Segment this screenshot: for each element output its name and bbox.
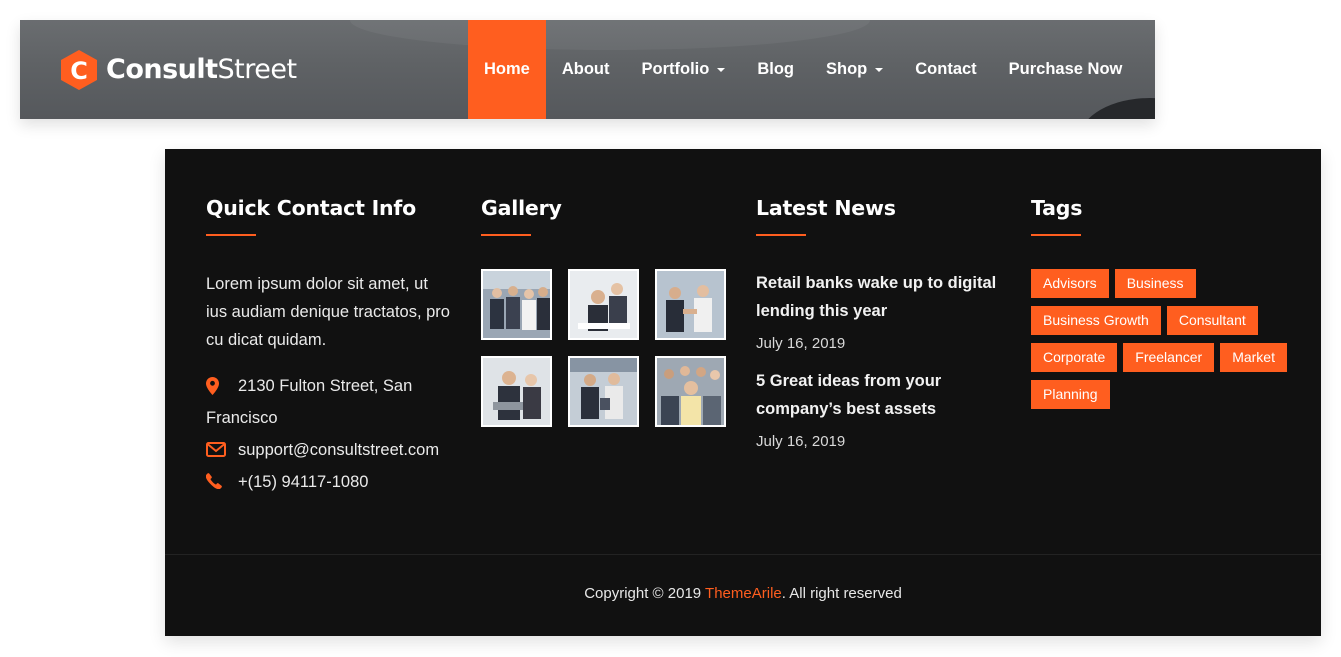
footer-gallery-widget: Gallery [481, 196, 731, 427]
nav-label: Purchase Now [1008, 60, 1123, 78]
footer-tags-widget: Tags Advisors Business Business Growth C… [1031, 196, 1291, 409]
news-item: Retail banks wake up to digital lending … [756, 269, 1006, 354]
phone-text: +(15) 94117-1080 [238, 473, 369, 491]
contact-phone[interactable]: +(15) 94117-1080 [206, 466, 456, 498]
nav-label: Portfolio [641, 60, 710, 78]
tag-market[interactable]: Market [1220, 343, 1287, 372]
copyright-theme-link[interactable]: ThemeArile [705, 585, 782, 602]
logo-hexagon-icon: C [61, 50, 97, 90]
nav-item-blog[interactable]: Blog [741, 20, 810, 119]
copyright-suffix: . All right reserved [781, 585, 902, 602]
gallery-thumbnail[interactable] [481, 356, 552, 427]
nav-label: Blog [757, 60, 794, 78]
main-nav: Home About Portfolio Blog Shop Contact P… [468, 20, 1138, 119]
logo-letter: C [70, 57, 88, 85]
team-photo-image [657, 358, 724, 425]
email-text: support@consultstreet.com [238, 441, 440, 459]
team-photo-image [657, 271, 724, 338]
contact-address: 2130 Fulton Street, San Francisco [206, 370, 456, 434]
title-underline [206, 234, 256, 236]
envelope-icon [206, 442, 226, 457]
contact-email[interactable]: support@consultstreet.com [206, 434, 456, 466]
logo-name-bold: Consult [106, 54, 218, 85]
site-footer: Quick Contact Info Lorem ipsum dolor sit… [165, 149, 1321, 636]
phone-icon [206, 473, 222, 489]
footer-contact-widget: Quick Contact Info Lorem ipsum dolor sit… [206, 196, 456, 498]
gallery-thumbnail[interactable] [481, 269, 552, 340]
title-underline [481, 234, 531, 236]
tag-cloud: Advisors Business Business Growth Consul… [1031, 269, 1291, 409]
news-date: July 16, 2019 [756, 335, 846, 352]
about-text: Lorem ipsum dolor sit amet, ut ius audia… [206, 275, 450, 349]
nav-label: About [561, 60, 610, 78]
contact-list: 2130 Fulton Street, San Francisco suppor… [206, 370, 456, 498]
tag-business[interactable]: Business [1114, 269, 1196, 298]
gallery-thumbnail[interactable] [655, 269, 726, 340]
news-title-link[interactable]: Retail banks wake up to digital lending … [756, 269, 1001, 325]
nav-item-home[interactable]: Home [468, 20, 546, 119]
team-photo-image [570, 271, 637, 338]
nav-label: Contact [915, 60, 977, 78]
nav-item-about[interactable]: About [546, 20, 626, 119]
caret-down-icon [717, 67, 726, 72]
tag-consultant[interactable]: Consultant [1166, 306, 1258, 335]
gallery-thumbnail[interactable] [568, 269, 639, 340]
tag-freelancer[interactable]: Freelancer [1123, 343, 1215, 372]
news-title-link[interactable]: 5 Great ideas from your company’s best a… [756, 367, 1001, 423]
gallery-grid [481, 269, 731, 427]
gallery-thumbnail[interactable] [568, 356, 639, 427]
widget-title: Gallery [481, 196, 562, 220]
title-underline [756, 234, 806, 236]
copyright-prefix: Copyright © 2019 [584, 585, 706, 602]
gallery-thumbnail[interactable] [655, 356, 726, 427]
nav-item-shop[interactable]: Shop [810, 20, 899, 119]
team-photo-image [483, 358, 550, 425]
nav-item-contact[interactable]: Contact [899, 20, 992, 119]
widget-title: Latest News [756, 196, 896, 220]
nav-item-purchase-now[interactable]: Purchase Now [993, 20, 1139, 119]
logo-wordmark: ConsultStreet [106, 49, 297, 91]
address-text: 2130 Fulton Street, San Francisco [206, 377, 413, 427]
team-photo-image [570, 358, 637, 425]
team-photo-image [483, 271, 550, 338]
title-underline [1031, 234, 1081, 236]
tag-planning[interactable]: Planning [1031, 380, 1110, 409]
nav-label: Home [484, 60, 530, 78]
site-logo[interactable]: C ConsultStreet [60, 49, 297, 91]
news-list: Retail banks wake up to digital lending … [756, 269, 1006, 452]
site-header: C ConsultStreet Home About Portfolio Blo… [20, 20, 1155, 119]
tag-advisors[interactable]: Advisors [1031, 269, 1109, 298]
widget-title: Quick Contact Info [206, 196, 417, 220]
widget-title: Tags [1031, 196, 1083, 220]
map-marker-icon [206, 377, 219, 395]
logo-name-light: Street [217, 54, 298, 85]
footer-news-widget: Latest News Retail banks wake up to digi… [756, 196, 1006, 465]
news-item: 5 Great ideas from your company’s best a… [756, 367, 1006, 452]
tag-corporate[interactable]: Corporate [1031, 343, 1118, 372]
nav-label: Shop [826, 60, 868, 78]
footer-divider [165, 554, 1321, 555]
nav-item-portfolio[interactable]: Portfolio [626, 20, 742, 119]
copyright: Copyright © 2019 ThemeArile. All right r… [165, 585, 1321, 602]
tag-business-growth[interactable]: Business Growth [1031, 306, 1161, 335]
caret-down-icon [875, 67, 884, 72]
news-date: July 16, 2019 [756, 433, 846, 450]
